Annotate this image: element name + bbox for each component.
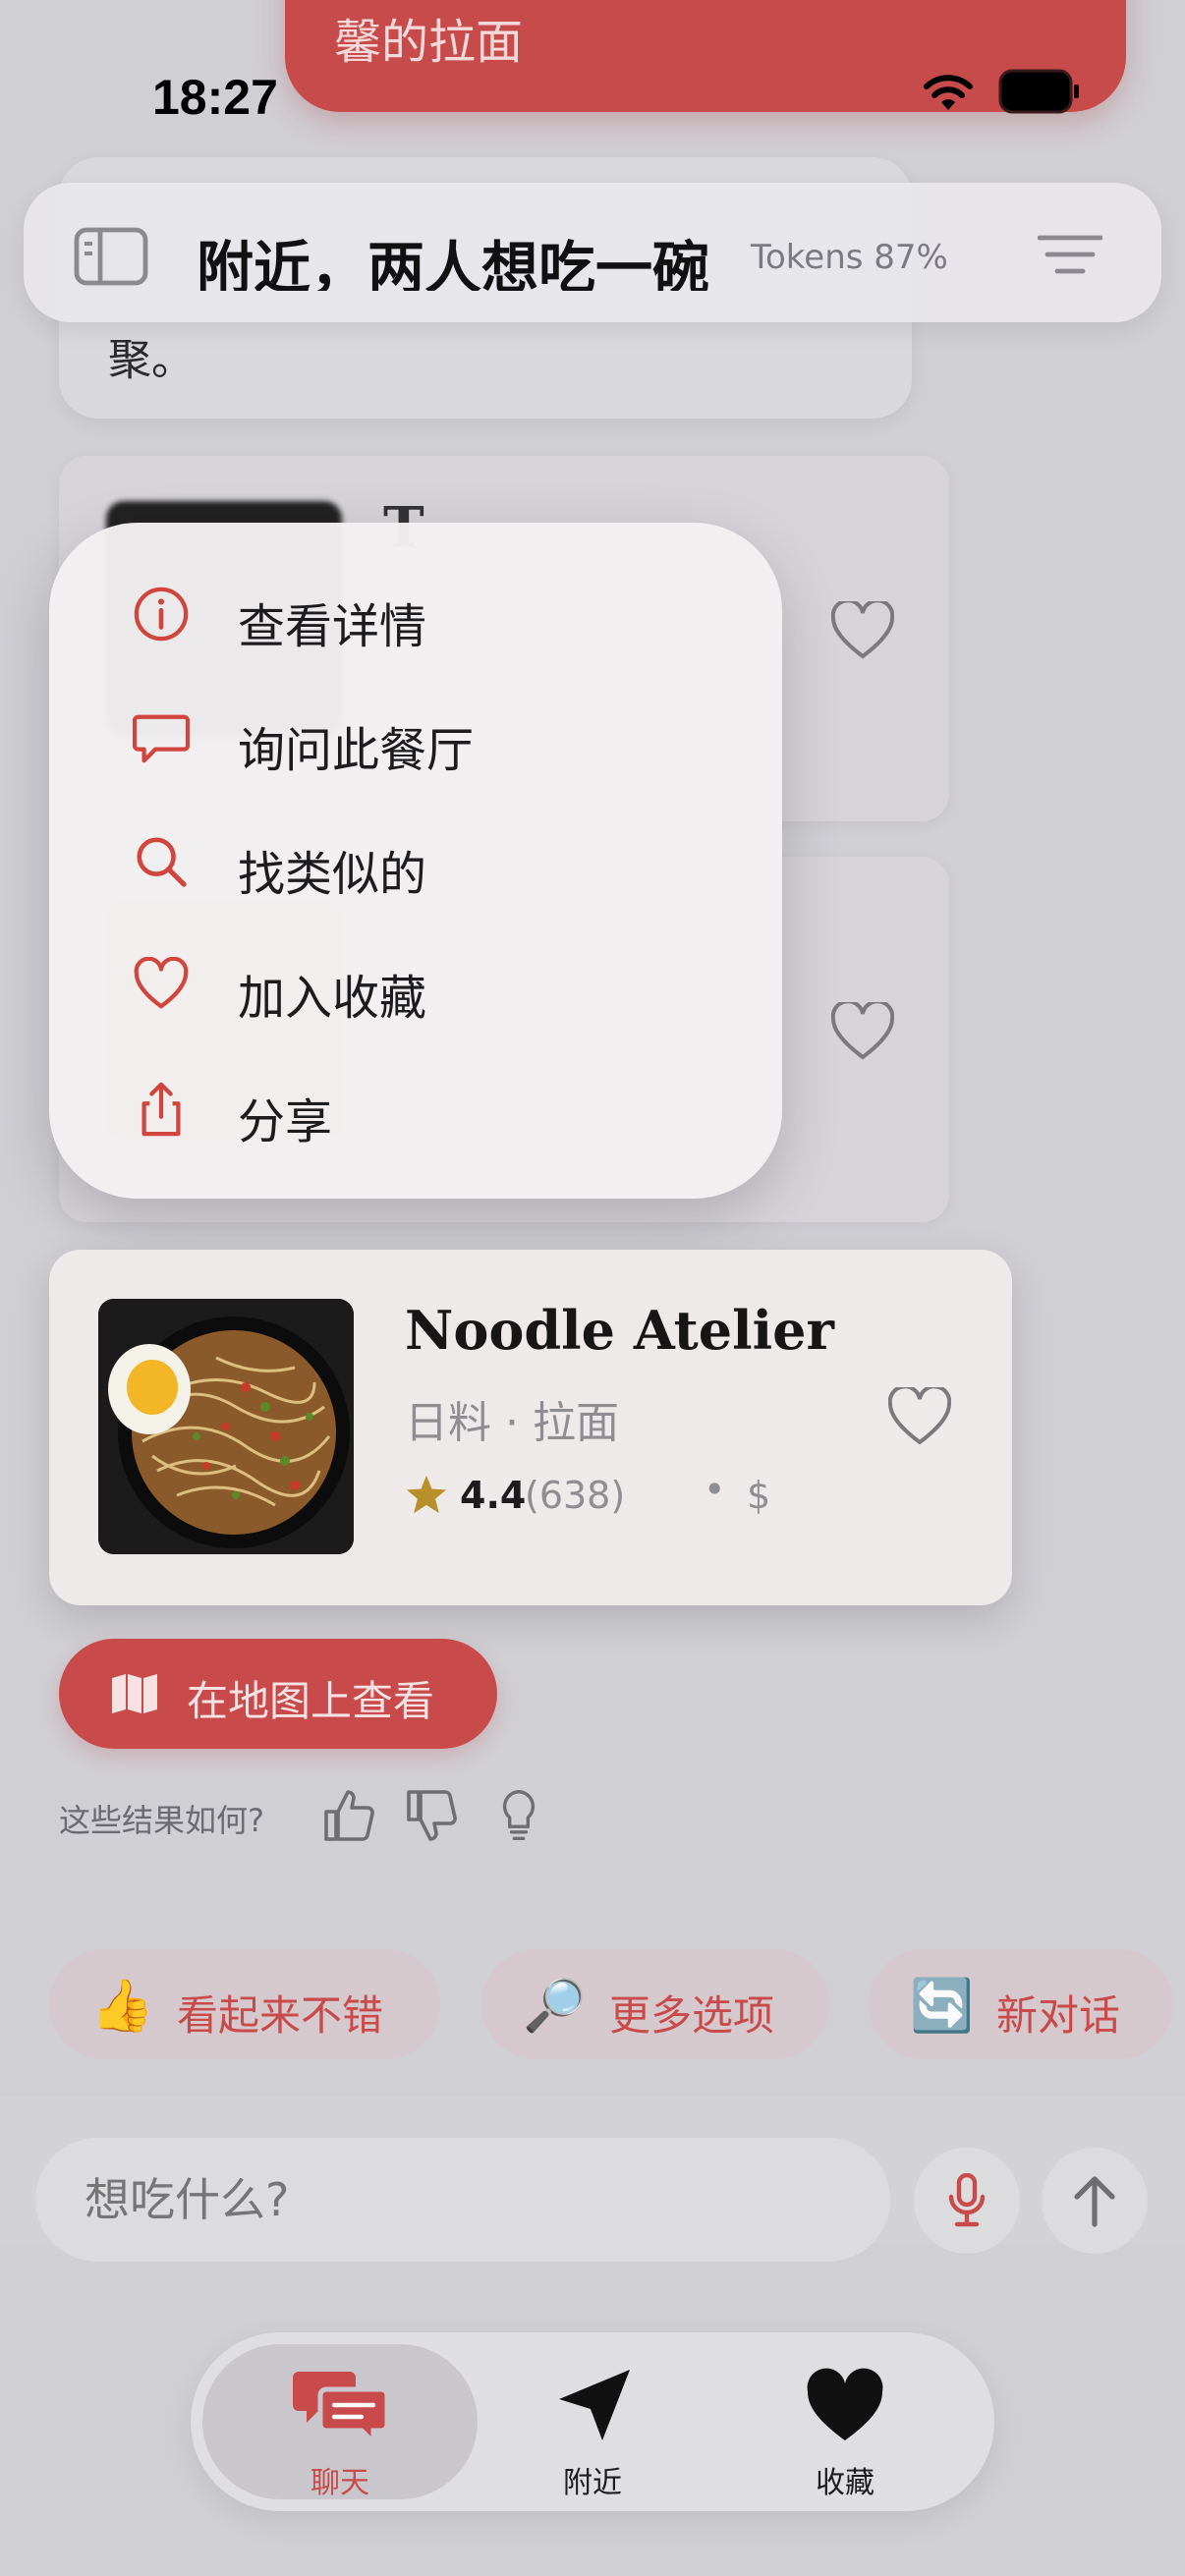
tab-label: 收藏 <box>816 2466 875 2500</box>
restaurant-photo <box>98 1299 354 1554</box>
location-arrow-icon <box>559 2370 630 2440</box>
refresh-emoji-icon: 🔄 <box>910 1977 974 2036</box>
menu-item-share[interactable]: 分享 <box>49 1055 782 1163</box>
magnifier-emoji-icon: 🔎 <box>523 1977 587 2036</box>
price-level: $ <box>747 1474 771 1517</box>
menu-item-label: 查看详情 <box>238 599 427 654</box>
filter-menu-icon[interactable] <box>1038 232 1102 277</box>
context-menu: 查看详情 询问此餐厅 找类似的 加入收藏 分享 <box>49 523 782 1199</box>
wifi-icon <box>924 75 973 110</box>
chip-more-options[interactable]: 🔎 更多选项 <box>481 1949 829 2059</box>
tab-label: 附近 <box>563 2466 622 2500</box>
chip-looks-good[interactable]: 👍 看起来不错 <box>49 1949 440 2059</box>
microphone-icon <box>948 2173 986 2227</box>
map-icon <box>112 1674 157 1713</box>
search-icon <box>137 837 187 887</box>
favorite-heart-icon[interactable] <box>831 1002 894 1061</box>
star-icon <box>406 1475 447 1514</box>
menu-item-label: 加入收藏 <box>238 971 427 1026</box>
feedback-question: 这些结果如何? <box>59 1802 264 1839</box>
map-button-label: 在地图上查看 <box>187 1677 435 1725</box>
menu-item-find-similar[interactable]: 找类似的 <box>49 808 782 916</box>
tab-bar: 聊天 附近 收藏 <box>191 2332 994 2511</box>
restaurant-name: Noodle Atelier <box>405 1299 834 1362</box>
thumbs-up-emoji-icon: 👍 <box>90 1977 154 2036</box>
tokens-indicator: Tokens 87% <box>751 238 948 277</box>
restaurant-category: 日料 · 拉面 <box>405 1398 619 1448</box>
heart-filled-icon <box>807 2368 883 2440</box>
separator-dot: • <box>704 1468 726 1511</box>
tab-favorites[interactable]: 收藏 <box>707 2344 983 2500</box>
toast-text: 附近可点且有趣，同人想吃一碗温馨的拉面 <box>334 0 1042 70</box>
chat-header: 附近，两人想吃一碗 Tokens 87% <box>24 183 1161 322</box>
share-icon <box>141 1082 181 1137</box>
sidebar-toggle-icon[interactable] <box>73 226 149 287</box>
rating-value: 4.4 <box>460 1474 527 1517</box>
tab-nearby[interactable]: 附近 <box>455 2344 730 2500</box>
tab-label: 聊天 <box>310 2466 369 2500</box>
menu-item-ask-restaurant[interactable]: 询问此餐厅 <box>49 684 782 792</box>
view-on-map-button[interactable]: 在地图上查看 <box>59 1639 497 1749</box>
previous-message-text: 聚。 <box>108 335 195 385</box>
heart-icon <box>134 957 189 1009</box>
ramen-bowl-image <box>98 1299 354 1554</box>
chip-new-chat[interactable]: 🔄 新对话 <box>869 1949 1173 2059</box>
battery-icon <box>998 69 1079 114</box>
lightbulb-icon[interactable] <box>493 1788 544 1843</box>
menu-item-label: 找类似的 <box>238 847 427 902</box>
thumbs-down-icon[interactable] <box>407 1788 458 1843</box>
chip-label: 看起来不错 <box>177 1991 384 2040</box>
favorite-heart-icon[interactable] <box>831 601 894 660</box>
conversation-title: 附近，两人想吃一碗 <box>197 235 710 291</box>
menu-item-add-favorite[interactable]: 加入收藏 <box>49 931 782 1039</box>
voice-input-button[interactable] <box>914 2148 1020 2254</box>
review-count: (638) <box>525 1474 626 1517</box>
menu-item-label: 询问此餐厅 <box>238 723 475 778</box>
send-button[interactable] <box>1042 2148 1148 2254</box>
restaurant-card[interactable]: Noodle Atelier 日料 · 拉面 4.4 (638) • $ <box>49 1250 1012 1605</box>
menu-item-label: 分享 <box>238 1094 333 1149</box>
favorite-heart-icon[interactable] <box>888 1387 951 1446</box>
chat-icon <box>293 2372 389 2444</box>
chat-bubble-icon <box>133 714 190 763</box>
message-input[interactable] <box>35 2138 890 2262</box>
chip-label: 新对话 <box>996 1991 1121 2040</box>
info-icon <box>134 587 189 642</box>
thumbs-up-icon[interactable] <box>324 1788 375 1843</box>
status-time: 18:27 <box>152 70 278 125</box>
arrow-up-icon <box>1074 2176 1115 2227</box>
menu-item-view-details[interactable]: 查看详情 <box>49 560 782 668</box>
tab-chat[interactable]: 聊天 <box>202 2344 478 2500</box>
chip-label: 更多选项 <box>609 1991 775 2040</box>
